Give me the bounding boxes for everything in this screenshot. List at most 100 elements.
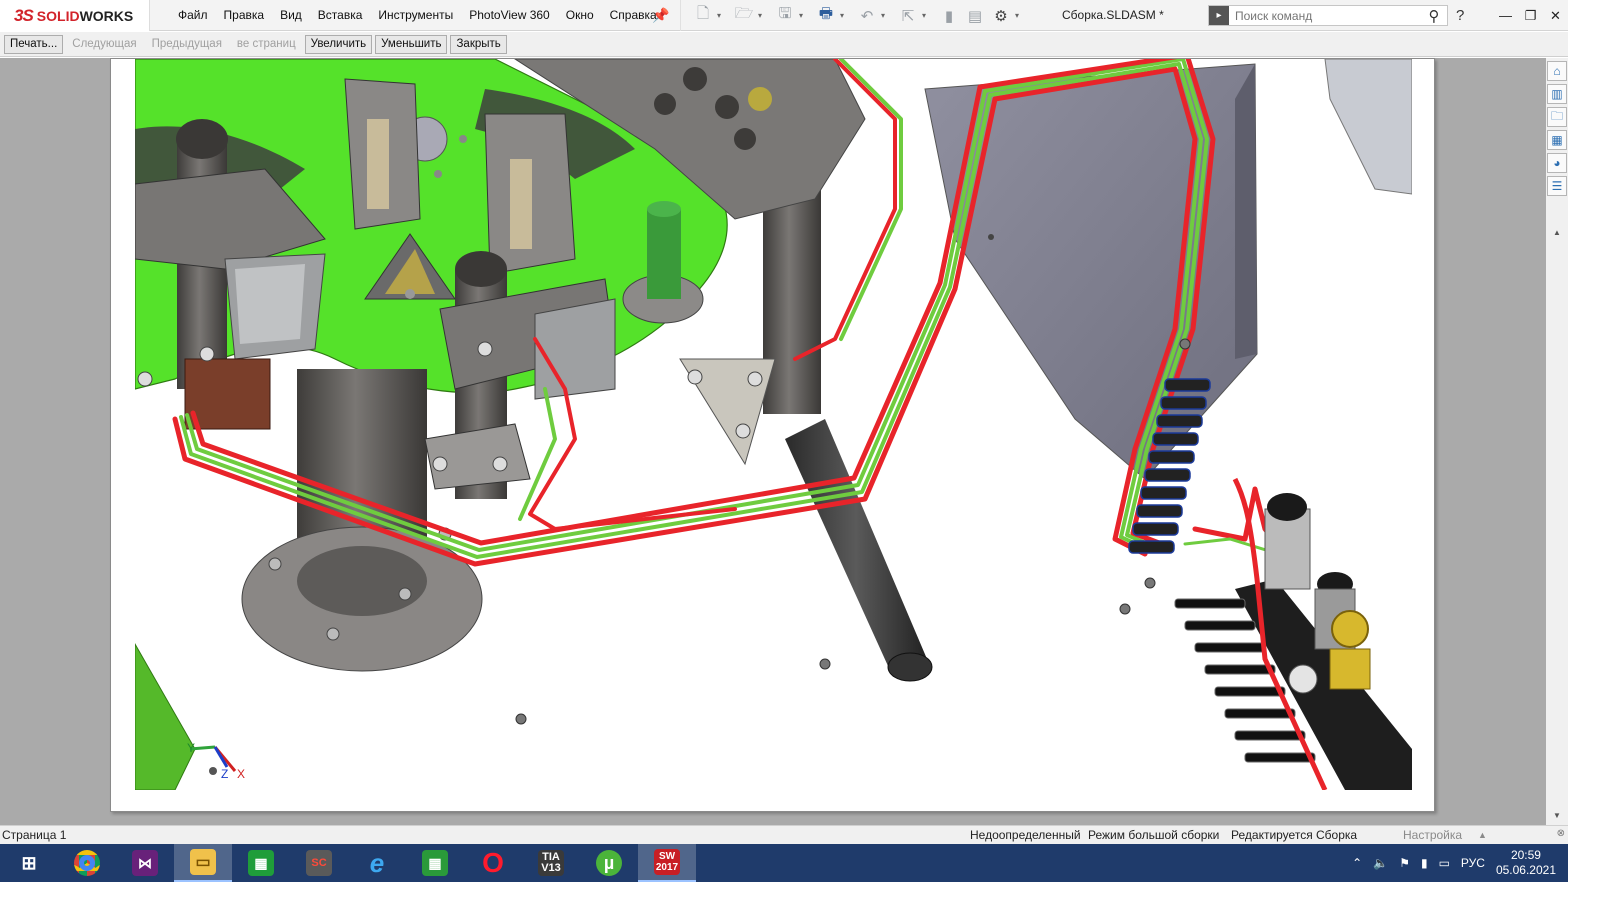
close-preview-button[interactable]: Закрыть	[450, 34, 507, 54]
visual-studio-icon: ⋈	[132, 850, 158, 876]
customize-expand-icon[interactable]: ▲	[1478, 828, 1487, 843]
battery-icon[interactable]: ▭	[1439, 856, 1450, 870]
quick-access-toolbar: 🗋 ▾ 🗁 ▾ 🖫 ▾ 🖶 ▾ ↶ ▾ ⇱ ▾ ▮ ▤ ⚙ ▾	[680, 0, 1030, 31]
menu-item-2[interactable]: Вид	[272, 0, 310, 31]
file-explorer-icon[interactable]: 🗀	[1547, 107, 1567, 127]
menu-item-0[interactable]: Файл	[170, 0, 216, 31]
chrome-icon	[74, 850, 100, 876]
search-icon[interactable]: ⚲	[1421, 7, 1447, 25]
zoom-in-button[interactable]: Увеличить	[304, 34, 373, 54]
file-properties-icon[interactable]: ▤	[963, 5, 987, 27]
open-icon[interactable]: 🗁	[732, 5, 756, 27]
new-icon[interactable]: 🗋	[691, 5, 715, 27]
tia-portal-icon: TIA V13	[538, 850, 564, 876]
print-dropdown-icon[interactable]: ▾	[840, 11, 849, 20]
menu-item-1[interactable]: Правка	[216, 0, 273, 31]
triad-y-label: Y	[187, 741, 195, 755]
taskbar-file-explorer[interactable]: ▭	[174, 844, 232, 882]
window-controls: — ❐ ✕	[1493, 0, 1568, 31]
help-icon[interactable]: ?	[1456, 0, 1464, 31]
document-title: Сборка.SLDASM *	[1062, 8, 1164, 22]
next-page-button[interactable]: Следующая	[66, 35, 142, 54]
scroll-up-icon[interactable]: ▲	[1546, 228, 1568, 242]
save-dropdown-icon[interactable]: ▾	[799, 11, 808, 20]
diagonal-rod	[785, 419, 933, 682]
page-indicator: Страница 1	[2, 828, 67, 842]
print-preview-area: Y Z X	[0, 58, 1546, 825]
customize-status[interactable]: Настройка	[1403, 828, 1462, 843]
flag-icon[interactable]: ⚑	[1399, 856, 1410, 870]
editing-status: Редактируется Сборка	[1231, 828, 1358, 842]
all-pages-button[interactable]: ве страниц	[231, 35, 302, 54]
undo-icon[interactable]: ↶	[855, 5, 879, 27]
print-preview-toolbar: Печать... Следующая Предыдущая ве страни…	[0, 32, 1568, 57]
language-indicator[interactable]: РУС	[1461, 856, 1485, 870]
main-support-column	[241, 369, 483, 672]
taskbar-opera[interactable]: O	[464, 844, 522, 882]
air-preparation-unit	[1174, 477, 1412, 790]
start-button[interactable]: ⊞	[0, 844, 58, 882]
command-search-icon: ▸	[1209, 6, 1229, 25]
windows-logo-icon: ⊞	[21, 852, 37, 873]
windows-taskbar: ⊞ ⋈ ▭ ▦ SC e ▦ O TIA V13 µ SW 2017 ⌃ 🔈 ⚑…	[0, 844, 1568, 882]
open-dropdown-icon[interactable]: ▾	[758, 11, 767, 20]
menu-item-3[interactable]: Вставка	[310, 0, 371, 31]
opera-icon: O	[482, 847, 504, 878]
network-icon[interactable]: ▮	[1421, 856, 1428, 870]
view-palette-icon[interactable]: ▦	[1547, 130, 1567, 150]
previous-page-button[interactable]: Предыдущая	[146, 35, 228, 54]
select-dropdown-icon[interactable]: ▾	[922, 11, 931, 20]
custom-properties-icon[interactable]: ☰	[1547, 176, 1567, 196]
taskbar-calculator[interactable]: ▦	[232, 844, 290, 882]
design-library-icon[interactable]: ▥	[1547, 84, 1567, 104]
cad-model-view[interactable]: Y Z X	[135, 59, 1412, 790]
clock[interactable]: 20:59 05.06.2021	[1496, 848, 1556, 878]
volume-icon[interactable]: 🔈	[1373, 856, 1388, 870]
zoom-out-button[interactable]: Уменьшить	[375, 34, 448, 54]
taskbar-sc-app[interactable]: SC	[290, 844, 348, 882]
brand-name: SOLIDWORKS	[36, 7, 134, 24]
title-bar: 3S SOLIDWORKS Файл Правка Вид Вставка Инстру…	[0, 0, 1568, 31]
taskbar-internet-explorer[interactable]: e	[348, 844, 406, 882]
help-corner-icon[interactable]: ⊗	[1557, 828, 1565, 839]
main-menu: Файл Правка Вид Вставка Инструменты PhotoView…	[170, 0, 665, 31]
command-search[interactable]: ▸ ⚲	[1208, 5, 1448, 26]
home-icon[interactable]: ⌂	[1547, 61, 1567, 81]
solidworks-logo[interactable]: 3S SOLIDWORKS	[0, 0, 150, 31]
new-dropdown-icon[interactable]: ▾	[717, 11, 726, 20]
rebuild-icon[interactable]: ▮	[937, 5, 961, 27]
save-icon[interactable]: 🖫	[773, 5, 797, 27]
menu-item-6[interactable]: Окно	[558, 0, 602, 31]
scroll-down-icon[interactable]: ▼	[1546, 811, 1568, 825]
close-button[interactable]: ✕	[1543, 0, 1568, 31]
system-tray: ⌃ 🔈 ⚑ ▮ ▭ РУС 20:59 05.06.2021	[1352, 844, 1568, 882]
options-icon[interactable]: ⚙	[989, 5, 1013, 27]
taskbar-utorrent[interactable]: µ	[580, 844, 638, 882]
print-icon[interactable]: 🖶	[814, 5, 838, 27]
select-icon[interactable]: ⇱	[896, 5, 920, 27]
tray-expand-icon[interactable]: ⌃	[1352, 856, 1362, 870]
large-assembly-status: Режим большой сборки	[1088, 828, 1220, 842]
status-bar: Страница 1 Недоопределенный Режим большо…	[0, 825, 1568, 844]
menu-item-4[interactable]: Инструменты	[370, 0, 461, 31]
options-dropdown-icon[interactable]: ▾	[1015, 11, 1024, 20]
taskbar-chrome[interactable]	[58, 844, 116, 882]
print-button[interactable]: Печать...	[4, 34, 64, 54]
taskbar-visual-studio[interactable]: ⋈	[116, 844, 174, 882]
search-input[interactable]	[1229, 8, 1421, 23]
underdefined-status: Недоопределенный	[970, 828, 1081, 842]
minimize-button[interactable]: —	[1493, 0, 1518, 31]
undo-dropdown-icon[interactable]: ▾	[881, 11, 890, 20]
menu-item-5[interactable]: PhotoView 360	[461, 0, 558, 31]
taskbar-tia-portal[interactable]: TIA V13	[522, 844, 580, 882]
vertical-scrollbar[interactable]: ▲ ▼	[1546, 228, 1568, 825]
taskbar-store[interactable]: ▦	[406, 844, 464, 882]
store-icon: ▦	[422, 850, 448, 876]
pin-menu-icon[interactable]: 📌	[652, 7, 670, 25]
utorrent-icon: µ	[596, 850, 622, 876]
restore-button[interactable]: ❐	[1518, 0, 1543, 31]
appearances-icon[interactable]: ◕	[1547, 153, 1567, 173]
ds-logo-mark: 3S	[14, 5, 34, 25]
folder-icon: ▭	[190, 849, 216, 875]
taskbar-solidworks[interactable]: SW 2017	[638, 844, 696, 882]
